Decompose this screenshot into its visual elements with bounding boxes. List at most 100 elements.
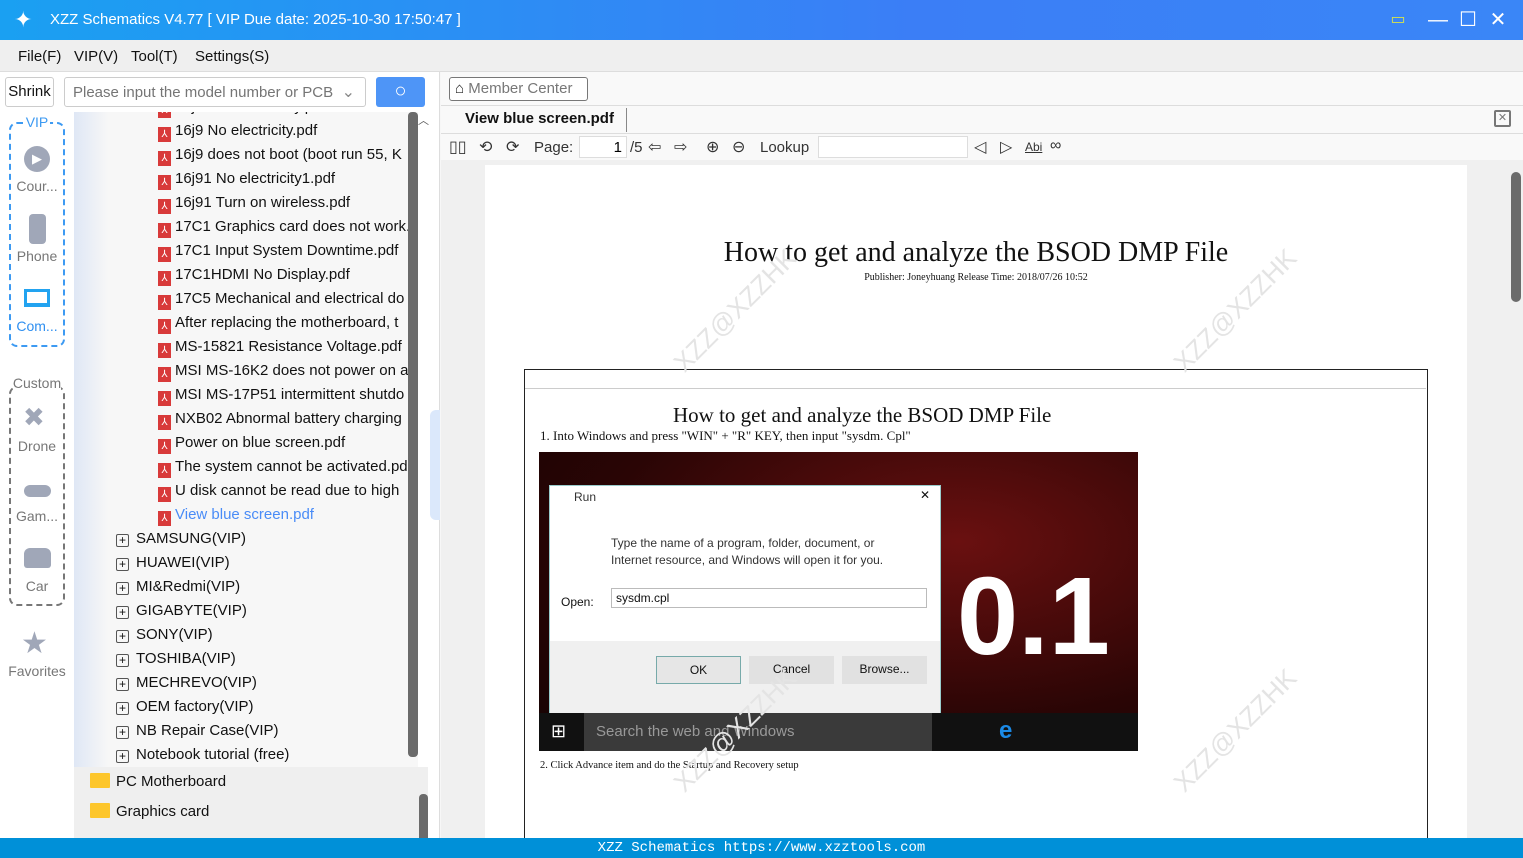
tree-file[interactable]: ⅄ 17C5 Mechanical and electrical do [158,287,418,311]
nav-drone[interactable]: Drone [0,438,74,454]
tree-group[interactable]: + NB Repair Case(VIP) [116,719,418,743]
tree-group[interactable]: + TOSHIBA(VIP) [116,647,418,671]
binoculars-icon[interactable]: ∞ [1050,137,1061,155]
expand-icon[interactable]: + [116,630,129,643]
pdf-icon: ⅄ [158,391,171,406]
menu-tool[interactable]: Tool(T) [131,48,178,65]
close-all-tabs-icon[interactable]: ✕ [1494,110,1511,127]
expand-icon[interactable]: + [116,702,129,715]
folder-list: PC Motherboard Graphics card [74,767,428,838]
run-browse: Browse... [842,656,927,684]
tree-scrollbar[interactable] [408,112,418,757]
taskbar: ⊞ Search the web and Windows e [539,713,1138,751]
pdf-icon: ⅄ [158,175,171,190]
tree-group[interactable]: + OEM factory(VIP) [116,695,418,719]
vip-briefcase-icon[interactable]: ▭ [1386,8,1410,32]
folder-pc-motherboard[interactable]: PC Motherboard [90,770,428,794]
menu-vip[interactable]: VIP(V) [74,48,118,65]
lookup-input[interactable] [818,136,968,158]
tree-group[interactable]: + Notebook tutorial (free) [116,743,418,767]
close-button[interactable]: ✕ [1486,8,1510,32]
run-ok: OK [656,656,741,684]
tree-file[interactable]: ⅄ Power on blue screen.pdf [158,431,418,455]
document-scrollbar[interactable] [1511,172,1521,302]
tab-view-blue-screen[interactable]: View blue screen.pdf [465,110,614,127]
zoom-out-icon[interactable]: ⊖ [732,137,745,157]
model-search-combobox[interactable]: ⌄ [64,77,366,107]
expand-icon[interactable]: + [116,558,129,571]
minimize-button[interactable]: — [1426,8,1450,32]
tree-group[interactable]: + GIGABYTE(VIP) [116,599,418,623]
menu-settings[interactable]: Settings(S) [195,48,269,65]
expand-icon[interactable]: + [116,654,129,667]
nav-phone[interactable]: Phone [0,248,74,264]
nav-game[interactable]: Gam... [0,508,74,524]
tree-group[interactable]: + MI&Redmi(VIP) [116,575,418,599]
expand-icon[interactable]: + [116,606,129,619]
run-title: Run [574,490,597,504]
folder-graphics-card[interactable]: Graphics card [90,800,428,824]
maximize-button[interactable]: ☐ [1456,8,1480,32]
pdf-icon: ⅄ [158,151,171,166]
tree-file[interactable]: ⅄ 17C1 Input System Downtime.pdf [158,239,418,263]
member-center-button[interactable]: ⌂ Member Center [449,77,588,101]
car-icon [24,548,51,568]
folder-list-scrollbar[interactable] [419,794,428,838]
rotate-right-icon[interactable]: ⟳ [506,137,519,157]
tree-file[interactable]: ⅄ View blue screen.pdf [158,503,418,527]
tree-file[interactable]: ⅄ 16j9 No electricity.pdf [158,119,418,143]
tree-group[interactable]: + MECHREVO(VIP) [116,671,418,695]
inner-title: How to get and analyze the BSOD DMP File [673,403,1052,427]
tree-file[interactable]: ⅄ 16j91 Turn on wireless.pdf [158,191,418,215]
scroll-up-icon[interactable]: ︿ [418,112,429,128]
tree-group[interactable]: + SONY(VIP) [116,623,418,647]
doc-title: How to get and analyze the BSOD DMP File [723,237,1229,268]
zoom-in-icon[interactable]: ⊕ [706,137,719,157]
tree-file[interactable]: ⅄ 16j91 No electricity1.pdf [158,167,418,191]
expand-icon[interactable]: + [116,582,129,595]
nav-favorites[interactable]: Favorites [0,663,74,679]
status-bar: XZZ Schematics https://www.xzztools.com [0,838,1523,858]
tree-file[interactable]: ⅄ NXB02 Abnormal battery charging [158,407,418,431]
tree-file[interactable]: ⅄ After replacing the motherboard, t [158,311,418,335]
menu-file[interactable]: File(F) [18,48,61,65]
previous-page-icon[interactable]: ⇦ [648,137,661,157]
nav-computer[interactable]: Com... [0,318,74,334]
nav-car[interactable]: Car [0,578,74,594]
model-search-input[interactable] [65,78,335,106]
folder-icon [90,773,110,788]
two-page-view-icon[interactable]: ▯▯ [449,137,467,157]
expand-icon[interactable]: + [116,678,129,691]
page-number-input[interactable] [579,136,627,158]
next-page-icon[interactable]: ⇨ [674,137,687,157]
page-total: /5 [630,139,643,156]
tree-file[interactable]: ⅄ MSI MS-17P51 intermittent shutdo [158,383,418,407]
search-button[interactable]: ○ [376,77,425,107]
doc-publisher: Publisher: Joneyhuang Release Time: 2018… [864,272,1088,283]
find-next-icon[interactable]: ▷ [1000,137,1012,157]
nav-courses[interactable]: Cour... [0,178,74,194]
step-1-text: 1. Into Windows and press "WIN" + "R" KE… [540,428,911,443]
pdf-icon: ⅄ [158,463,171,478]
find-previous-icon[interactable]: ◁ [974,137,986,157]
tree-file[interactable]: ⅄ U disk cannot be read due to high [158,479,418,503]
rotate-left-icon[interactable]: ⟲ [479,137,492,157]
tree-file[interactable]: ⅄ MS-15821 Resistance Voltage.pdf [158,335,418,359]
tree-file[interactable]: ⅄ 17C1HDMI No Display.pdf [158,263,418,287]
tree-file[interactable]: ⅄ MSI MS-16K2 does not power on a [158,359,418,383]
expand-icon[interactable]: + [116,534,129,547]
expand-icon[interactable]: + [116,750,129,763]
tree-group[interactable]: + HUAWEI(VIP) [116,551,418,575]
collapse-panel-handle[interactable] [430,410,440,520]
tree-group[interactable]: + SAMSUNG(VIP) [116,527,418,551]
tree-file[interactable]: ⅄ The system cannot be activated.pd [158,455,418,479]
tree-file[interactable]: ⅄ 17C1 Graphics card does not work. [158,215,418,239]
tree-file[interactable]: ⅄ 16j9 does not boot (boot run 55, K [158,143,418,167]
search-icon: ○ [394,80,407,102]
expand-icon[interactable]: + [116,726,129,739]
shrink-button[interactable]: Shrink [5,77,54,107]
lookup-label: Lookup [760,139,810,156]
tree-file[interactable]: ⅄16j91 No electricity.pdf [158,112,418,119]
chevron-down-icon[interactable]: ⌄ [342,82,355,102]
match-case-icon[interactable]: Abi [1025,140,1042,154]
